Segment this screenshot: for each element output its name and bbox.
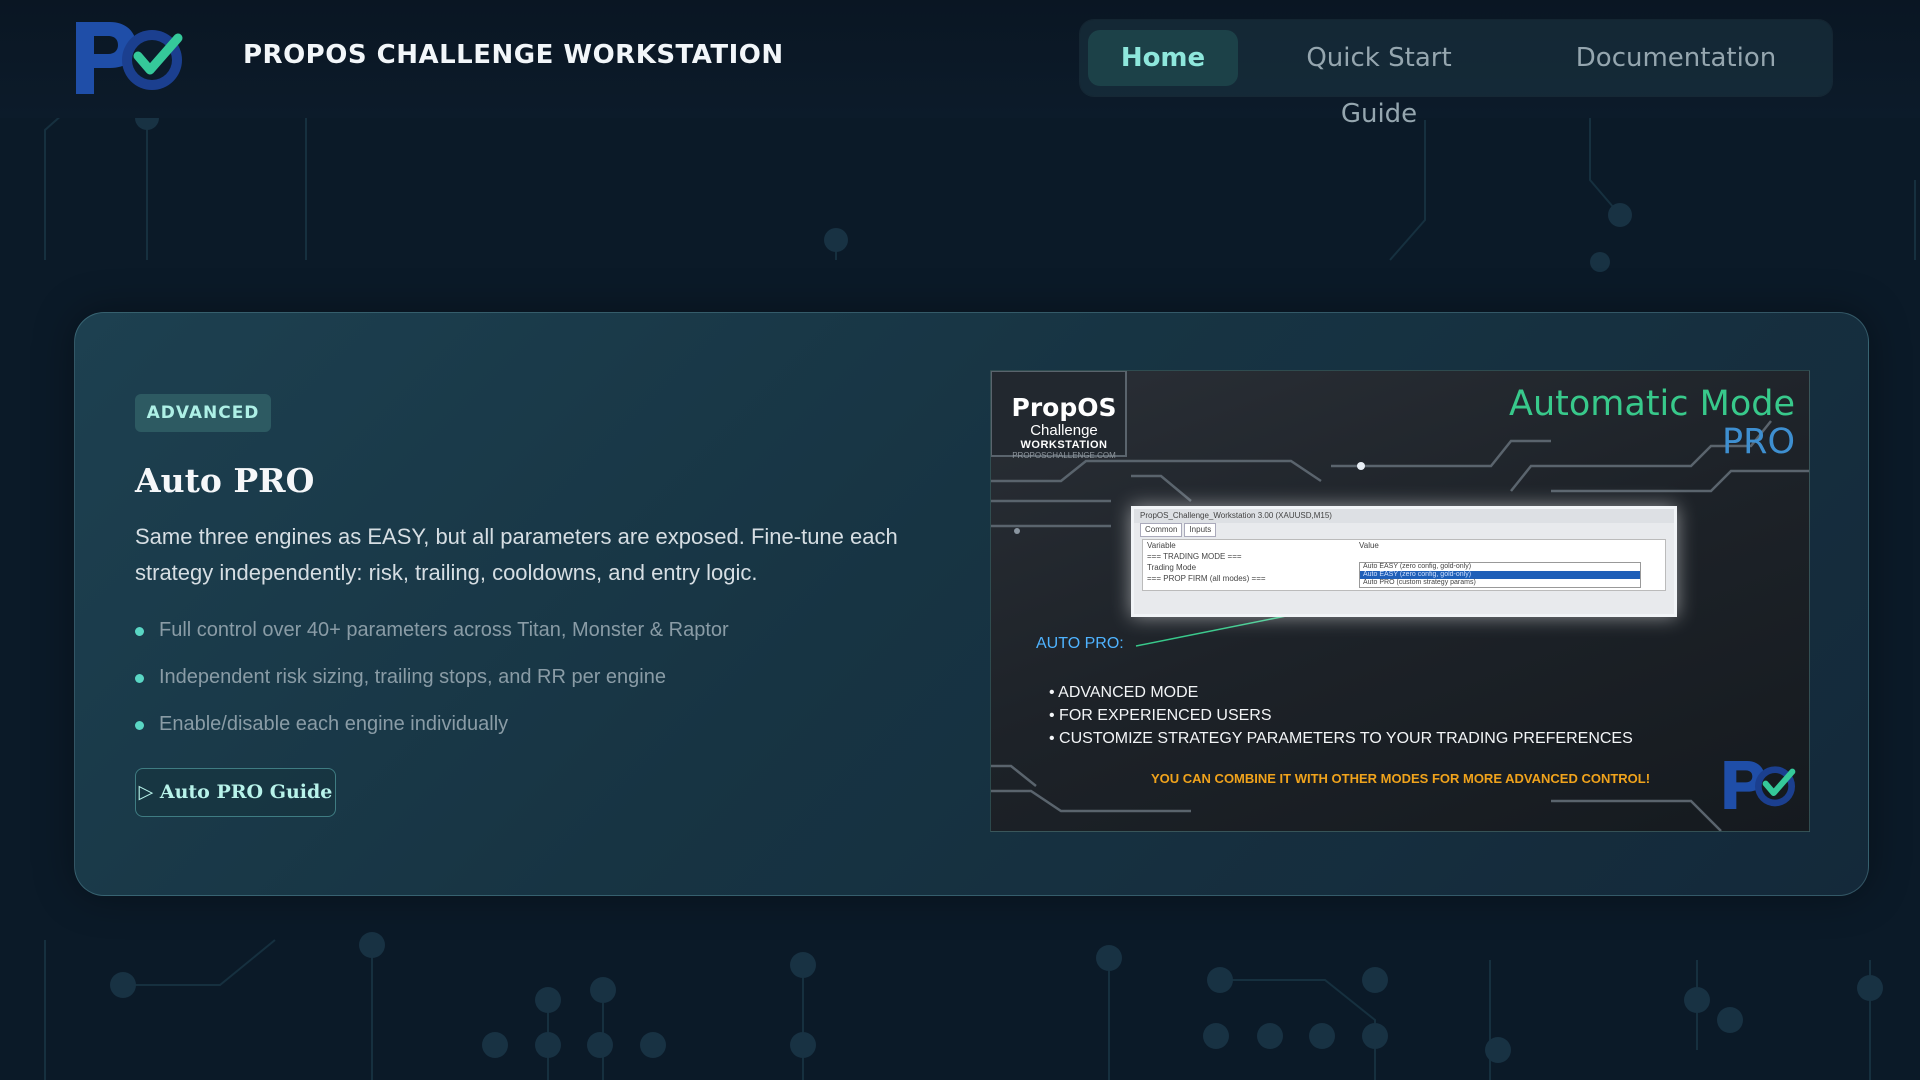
- feature-list: Full control over 40+ parameters across …: [135, 613, 729, 754]
- promo-point: ADVANCED MODE: [1049, 681, 1633, 704]
- nav-home[interactable]: Home: [1088, 30, 1238, 86]
- promo-point: CUSTOMIZE STRATEGY PARAMETERS TO YOUR TR…: [1049, 727, 1633, 750]
- promo-image: PropOS Challenge WORKSTATION PROPOSCHALL…: [990, 370, 1810, 832]
- feature-text: Full control over 40+ parameters across …: [159, 619, 729, 641]
- level-badge: ADVANCED: [135, 394, 271, 432]
- window-table-header: Variable Value: [1143, 540, 1665, 551]
- propos-logo-icon[interactable]: [70, 16, 186, 100]
- card-title: Auto PRO: [135, 461, 315, 500]
- auto-pro-guide-button[interactable]: ▷ Auto PRO Guide: [135, 768, 336, 817]
- promo-logo-icon: [1719, 757, 1799, 813]
- dropdown-option: Auto EASY (zero config, gold-only): [1363, 563, 1472, 570]
- app-title: PROPOS CHALLENGE WORKSTATION: [243, 40, 784, 70]
- table-row: === TRADING MODE ===: [1147, 552, 1242, 561]
- promo-points: ADVANCED MODE FOR EXPERIENCED USERS CUST…: [1049, 681, 1633, 750]
- mode-dropdown: Auto EASY (zero config, gold-only) Auto …: [1359, 562, 1641, 588]
- bullet-icon: [135, 674, 144, 683]
- promo-heading-line2: PRO: [1722, 422, 1795, 462]
- card-description: Same three engines as EASY, but all para…: [135, 524, 898, 585]
- promo-brand-url: PROPOSCHALLENGE.COM: [1012, 451, 1116, 460]
- feature-text: Independent risk sizing, trailing stops,…: [159, 666, 666, 688]
- window-tab: Inputs: [1184, 523, 1217, 537]
- dropdown-option: Auto PRO (custom strategy params): [1363, 579, 1476, 586]
- promo-heading-line1: Automatic Mode: [1509, 384, 1795, 424]
- auto-pro-card: ADVANCED Auto PRO Same three engines as …: [74, 312, 1869, 896]
- settings-window-screenshot: PropOS_Challenge_Workstation 3.00 (XAUUS…: [1131, 506, 1677, 617]
- bullet-icon: [135, 627, 144, 636]
- window-tabs: Common Inputs: [1134, 523, 1674, 537]
- feature-text: Enable/disable each engine individually: [159, 713, 509, 735]
- window-table: Variable Value === TRADING MODE === Tradi…: [1142, 539, 1666, 591]
- nav-documentation[interactable]: Documentation: [1550, 30, 1802, 86]
- promo-brand-name: PropOS: [1011, 393, 1117, 422]
- nav-quick-start-guide[interactable]: Quick Start Guide: [1274, 30, 1484, 129]
- promo-brand-sub2: WORKSTATION: [1020, 439, 1108, 451]
- promo-note: YOU CAN COMBINE IT WITH OTHER MODES FOR …: [1151, 771, 1651, 786]
- promo-brand-sub1: Challenge: [1030, 422, 1098, 439]
- column-header: Value: [1359, 541, 1379, 550]
- window-title: PropOS_Challenge_Workstation 3.00 (XAUUS…: [1134, 509, 1674, 523]
- feature-item: Enable/disable each engine individually: [135, 707, 729, 754]
- dropdown-option: Auto EASY (zero config, gold-only): [1360, 571, 1640, 579]
- promo-brand: PropOS Challenge WORKSTATION PROPOSCHALL…: [1009, 393, 1119, 460]
- column-header: Variable: [1147, 541, 1176, 550]
- bullet-icon: [135, 721, 144, 730]
- main-nav: Home Quick Start Guide Documentation: [1080, 20, 1832, 129]
- feature-item: Independent risk sizing, trailing stops,…: [135, 660, 729, 707]
- feature-item: Full control over 40+ parameters across …: [135, 613, 729, 660]
- top-header: PROPOS CHALLENGE WORKSTATION Home Quick …: [0, 0, 1920, 129]
- window-tab: Common: [1140, 523, 1183, 537]
- promo-heading: Automatic Mode PRO: [1509, 385, 1795, 461]
- promo-label: AUTO PRO:: [1036, 635, 1124, 652]
- promo-point: FOR EXPERIENCED USERS: [1049, 704, 1633, 727]
